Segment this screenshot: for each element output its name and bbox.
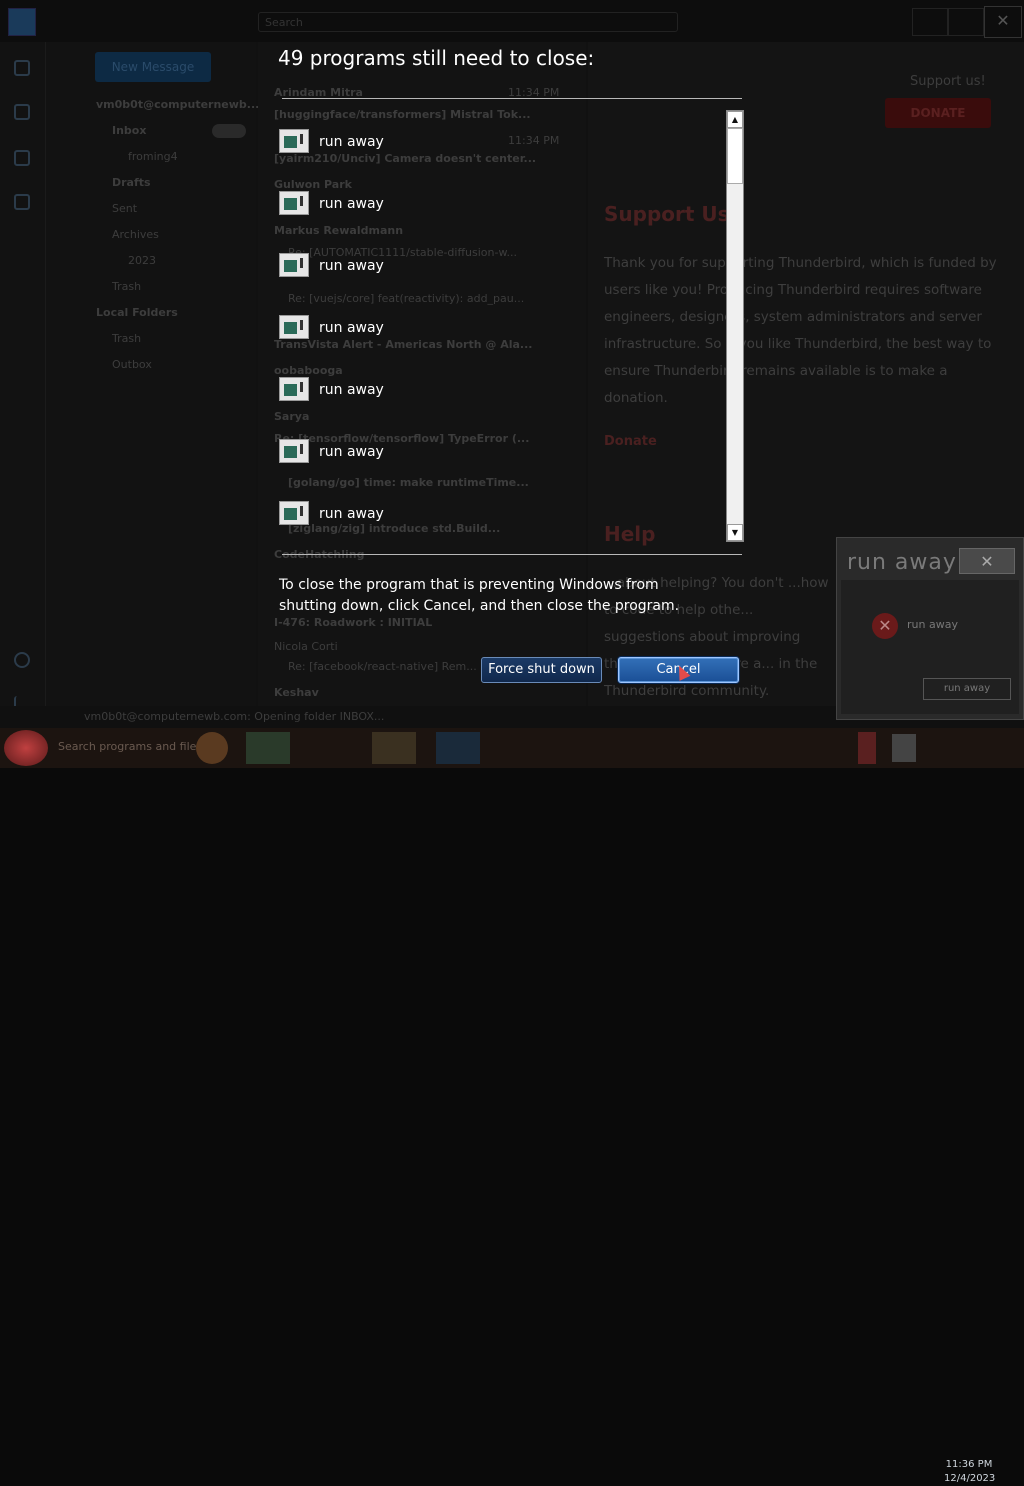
scroll-down-icon[interactable]: ▼ bbox=[727, 524, 743, 541]
chrome-icon[interactable] bbox=[196, 732, 228, 764]
search-input: Search bbox=[258, 12, 678, 32]
program-list-scrollbar[interactable]: ▲ ▼ bbox=[726, 110, 744, 542]
folder-archives: Archives bbox=[112, 228, 159, 241]
local-outbox: Outbox bbox=[112, 358, 152, 371]
tasks-icon bbox=[14, 150, 30, 166]
program-name: run away bbox=[319, 320, 384, 336]
program-window-icon bbox=[279, 191, 309, 215]
run-away-button[interactable]: run away bbox=[923, 678, 1011, 700]
program-window-icon bbox=[279, 315, 309, 339]
program-window-icon bbox=[279, 253, 309, 277]
blocking-programs-list[interactable]: run away run away run away run away run … bbox=[274, 110, 726, 542]
program-name: run away bbox=[319, 196, 384, 212]
tray-flag-icon[interactable] bbox=[858, 732, 876, 764]
msg-from: Keshav bbox=[274, 686, 319, 699]
clock-date: 12/4/2023 bbox=[944, 1473, 996, 1484]
msg-subject: Re: [facebook/react-native] Rem... bbox=[288, 660, 477, 673]
program-name: run away bbox=[319, 258, 384, 274]
folder-inbox: Inbox bbox=[112, 124, 147, 137]
tray-icon[interactable] bbox=[892, 734, 916, 762]
divider bbox=[282, 554, 742, 555]
folder-froming4: froming4 bbox=[128, 150, 178, 163]
spaces-toolbar bbox=[0, 42, 46, 728]
error-icon: ✕ bbox=[872, 613, 898, 639]
folder-pane: New Message vm0b0t@computernewb... Inbox… bbox=[46, 42, 260, 728]
msg-subject: I-476: Roadwork : INITIAL bbox=[274, 616, 433, 629]
minimize-button bbox=[912, 8, 948, 36]
taskbar-app-icon[interactable] bbox=[246, 732, 290, 764]
msg-from: Nicola Corti bbox=[274, 640, 338, 653]
program-window-icon bbox=[279, 377, 309, 401]
chat-icon bbox=[14, 194, 30, 210]
window-message: run away bbox=[907, 618, 958, 631]
clock[interactable]: 11:36 PM 12/4/2023 bbox=[944, 1458, 996, 1486]
run-away-window: run away ✕ ✕ run away run away bbox=[836, 537, 1024, 720]
donate-button: DONATE bbox=[885, 98, 991, 128]
start-search-text: Search programs and files bbox=[58, 740, 203, 753]
program-name: run away bbox=[319, 444, 384, 460]
folder-drafts: Drafts bbox=[112, 176, 151, 189]
program-name: run away bbox=[319, 134, 384, 150]
thunderbird-logo-icon bbox=[8, 8, 36, 36]
program-window-icon bbox=[279, 439, 309, 463]
window-title: run away bbox=[847, 550, 957, 575]
scroll-up-icon[interactable]: ▲ bbox=[727, 111, 743, 128]
title-bar: Search ✕ bbox=[0, 0, 1024, 42]
program-window-icon bbox=[279, 129, 309, 153]
scroll-thumb[interactable] bbox=[727, 128, 743, 184]
program-name: run away bbox=[319, 382, 384, 398]
local-trash: Trash bbox=[112, 332, 142, 345]
close-button[interactable]: ✕ bbox=[959, 548, 1015, 574]
status-text: vm0b0t@computernewb.com: Opening folder … bbox=[84, 710, 385, 723]
mail-icon bbox=[14, 60, 30, 76]
force-shut-down-button[interactable]: Force shut down bbox=[481, 657, 602, 683]
maximize-button bbox=[948, 8, 984, 36]
folder-trash: Trash bbox=[112, 280, 142, 293]
calendar-icon bbox=[14, 104, 30, 120]
unread-badge bbox=[212, 124, 246, 138]
divider bbox=[282, 98, 742, 99]
taskbar-calendar-icon[interactable] bbox=[372, 732, 416, 764]
close-window-button: ✕ bbox=[984, 6, 1022, 38]
local-folders: Local Folders bbox=[96, 306, 178, 319]
settings-icon bbox=[14, 652, 30, 668]
account-name: vm0b0t@computernewb... bbox=[96, 98, 260, 111]
taskbar: Search programs and files 11:36 PM 12/4/… bbox=[0, 728, 1024, 1484]
program-name: run away bbox=[319, 506, 384, 522]
folder-sent: Sent bbox=[112, 202, 138, 215]
support-us-small: Support us! bbox=[910, 74, 986, 89]
shutdown-explanation: To close the program that is preventing … bbox=[279, 577, 680, 614]
taskbar-chat-icon[interactable] bbox=[436, 732, 480, 764]
start-button[interactable] bbox=[4, 730, 48, 766]
clock-time: 11:36 PM bbox=[945, 1459, 993, 1470]
folder-2023: 2023 bbox=[128, 254, 156, 267]
new-message-button: New Message bbox=[95, 52, 211, 82]
program-window-icon bbox=[279, 501, 309, 525]
shutdown-title: 49 programs still need to close: bbox=[278, 46, 595, 70]
